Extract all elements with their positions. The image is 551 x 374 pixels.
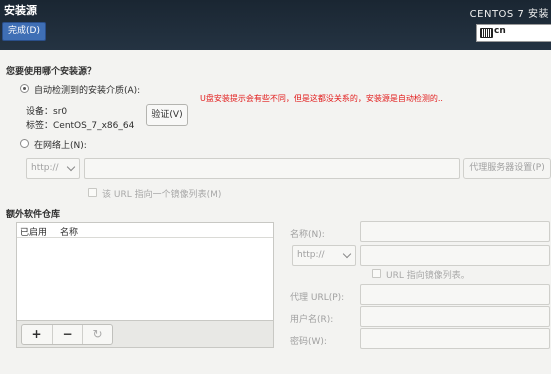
verify-button[interactable]: 验证(V) — [146, 104, 188, 126]
chevron-down-icon — [342, 249, 352, 259]
repo-mirror-checkbox[interactable] — [372, 269, 381, 278]
repo-toolbar: + − ↻ — [16, 320, 274, 348]
add-repo-button[interactable]: + — [22, 325, 51, 344]
proxy-settings-button[interactable]: 代理服务器设置(P) — [463, 158, 551, 179]
network-radio[interactable] — [20, 139, 29, 148]
remove-repo-button[interactable]: − — [52, 325, 82, 344]
protocol-value: http:// — [31, 163, 59, 173]
repo-name-label: 名称(N): — [290, 230, 325, 240]
product-title: CENTOS 7 安装 — [469, 9, 549, 20]
auto-detect-radio[interactable] — [20, 84, 29, 93]
repo-mirror-label: URL 指向镜像列表。 — [386, 271, 470, 281]
auto-detect-label[interactable]: 自动检测到的安装介质(A): — [34, 83, 140, 96]
device-info: 设备：sr0 — [26, 107, 68, 117]
repo-protocol-value: http:// — [297, 250, 325, 260]
username-label: 用户名(R): — [290, 315, 334, 325]
extra-repos-heading: 额外软件仓库 — [6, 210, 61, 220]
header-bar — [0, 0, 551, 50]
column-enabled[interactable]: 已启用 — [20, 225, 47, 238]
protocol-select[interactable]: http:// — [26, 158, 80, 179]
network-label[interactable]: 在网络上(N): — [34, 138, 87, 151]
chevron-down-icon — [66, 162, 76, 172]
reset-repo-button[interactable]: ↻ — [82, 325, 112, 344]
repo-url-input[interactable] — [360, 245, 550, 266]
mirror-list-checkbox[interactable] — [88, 188, 97, 197]
source-question: 您要使用哪个安装源？ — [6, 67, 97, 77]
keyboard-layout-label: cn — [494, 26, 506, 36]
repo-button-group: + − ↻ — [21, 324, 113, 345]
tag-info: 标签：CentOS_7_x86_64 — [26, 121, 135, 131]
proxy-url-input[interactable] — [360, 284, 550, 305]
done-button[interactable]: 完成(D) — [2, 22, 46, 41]
repo-name-input[interactable] — [360, 221, 550, 242]
url-input[interactable] — [84, 158, 460, 179]
column-name[interactable]: 名称 — [60, 225, 78, 238]
repo-list-header: 已启用 名称 — [17, 223, 273, 238]
password-input[interactable] — [360, 328, 550, 349]
mirror-list-label: 该 URL 指向一个镜像列表(M) — [102, 190, 222, 200]
annotation-text: U盘安装提示会有些不同，但是这都没关系的，安装源是自动检测的.. — [200, 94, 443, 103]
username-input[interactable] — [360, 306, 550, 327]
password-label: 密码(W): — [290, 337, 327, 347]
keyboard-icon — [480, 28, 493, 38]
proxy-url-label: 代理 URL(P): — [290, 293, 345, 303]
page-title: 安装源 — [4, 4, 37, 17]
repo-protocol-select[interactable]: http:// — [292, 245, 356, 266]
